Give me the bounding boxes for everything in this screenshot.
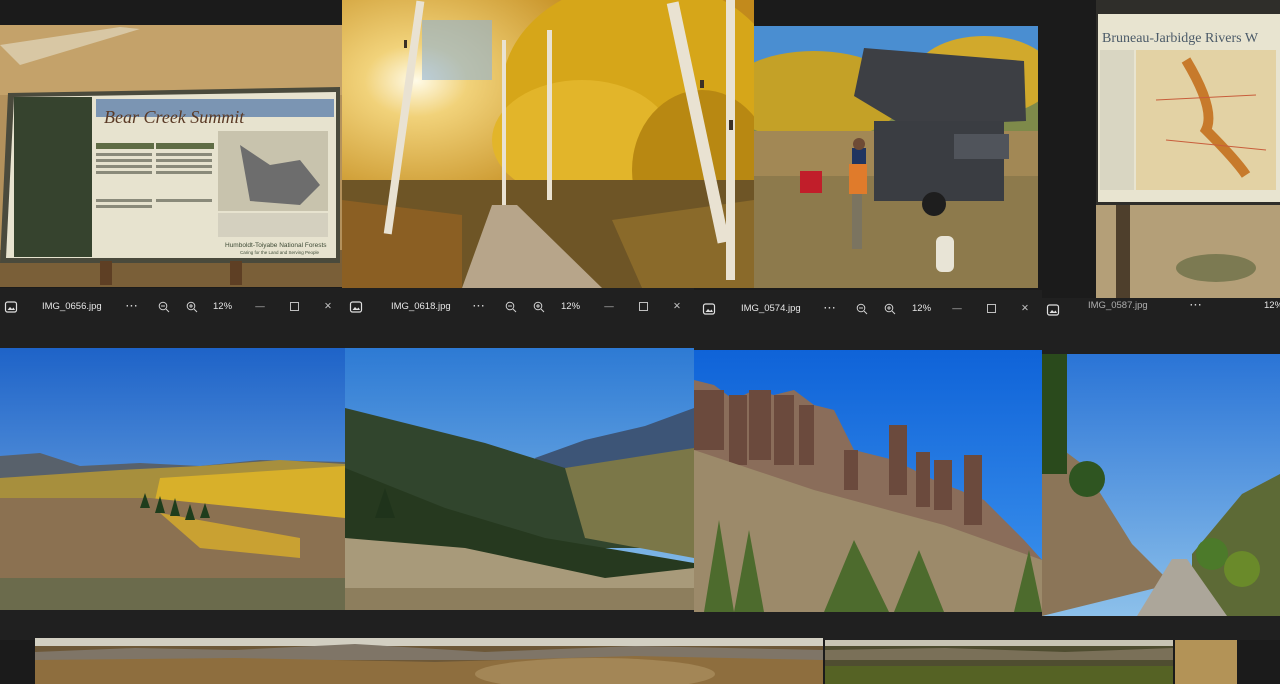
photo-aspen-road [342, 0, 754, 288]
window-titlebar[interactable]: IMG_0656.jpg ··· 12% — ✕ [0, 288, 345, 326]
photo-viewer-window-4[interactable]: IMG_0587.jpg ··· 12% [1042, 298, 1280, 640]
photos-app-icon [349, 288, 365, 326]
window-filename: IMG_0587.jpg [1088, 300, 1148, 311]
close-button[interactable]: ✕ [1018, 290, 1032, 328]
zoom-level: 12% [1264, 300, 1280, 311]
photo-bear-creek-sign: Bear Creek Summit Humboldt-Toiyabe Natio… [0, 25, 342, 287]
zoom-level: 12% [213, 301, 233, 312]
photo-viewer-window-1[interactable]: IMG_0656.jpg ··· 12% — ✕ [0, 288, 345, 640]
window-titlebar[interactable]: IMG_0618.jpg ··· 12% — ✕ [345, 288, 694, 326]
more-options-button[interactable]: ··· [1190, 298, 1203, 314]
maximize-icon [638, 301, 648, 311]
zoom-in-icon[interactable] [884, 290, 896, 328]
more-options-button[interactable]: ··· [473, 288, 486, 326]
zoom-level: 12% [561, 301, 581, 312]
photos-app-icon [702, 290, 718, 328]
more-options-button[interactable]: ··· [824, 290, 837, 328]
bear-creek-forest-sublabel: Caring for the Land and Serving People [240, 250, 320, 255]
more-options-button[interactable]: ··· [126, 288, 139, 326]
photo-golden-hills [0, 348, 345, 610]
maximize-button[interactable] [984, 290, 998, 328]
photos-app-icon [1046, 298, 1062, 322]
bear-creek-sign-title: Bear Creek Summit [104, 107, 245, 127]
maximize-icon [289, 301, 299, 311]
photo-panorama-strip-2 [825, 640, 1173, 684]
minimize-button[interactable]: — [950, 290, 964, 328]
photo-mountain-valley [345, 348, 694, 610]
minimize-button[interactable]: — [253, 288, 267, 326]
window-filename: IMG_0618.jpg [391, 301, 451, 312]
photo-panorama-strip-3 [1175, 640, 1237, 684]
photo-camper-truck [754, 26, 1038, 288]
close-button[interactable]: ✕ [670, 288, 684, 326]
zoom-out-icon[interactable] [158, 288, 170, 326]
window-titlebar[interactable]: IMG_0574.jpg ··· 12% — ✕ [694, 290, 1042, 328]
photo-rock-pinnacles [694, 350, 1042, 612]
zoom-out-icon[interactable] [505, 288, 517, 326]
photo-panorama-strip-1 [35, 638, 823, 684]
zoom-in-icon[interactable] [186, 288, 198, 326]
close-button[interactable]: ✕ [321, 288, 335, 326]
bear-creek-forest-label: Humboldt-Toiyabe National Forests [225, 242, 327, 249]
zoom-in-icon[interactable] [533, 288, 545, 326]
zoom-level: 12% [912, 303, 932, 314]
maximize-button[interactable] [287, 288, 301, 326]
zoom-out-icon[interactable] [856, 290, 868, 328]
photos-app-icon [4, 288, 20, 326]
bruneau-sign-title: Bruneau-Jarbidge Rivers W [1102, 31, 1259, 46]
minimize-button[interactable]: — [602, 288, 616, 326]
photo-viewer-window-2[interactable]: IMG_0618.jpg ··· 12% — ✕ [345, 288, 694, 640]
window-titlebar[interactable]: IMG_0587.jpg ··· 12% [1042, 298, 1280, 322]
maximize-button[interactable] [636, 288, 650, 326]
photo-viewer-window-3[interactable]: IMG_0574.jpg ··· 12% — ✕ [694, 290, 1042, 640]
window-filename: IMG_0656.jpg [42, 301, 102, 312]
window-filename: IMG_0574.jpg [741, 303, 801, 314]
photo-canyon-road [1042, 354, 1280, 616]
maximize-icon [986, 303, 996, 313]
photo-bruneau-sign: Bruneau-Jarbidge Rivers W [1096, 0, 1280, 310]
